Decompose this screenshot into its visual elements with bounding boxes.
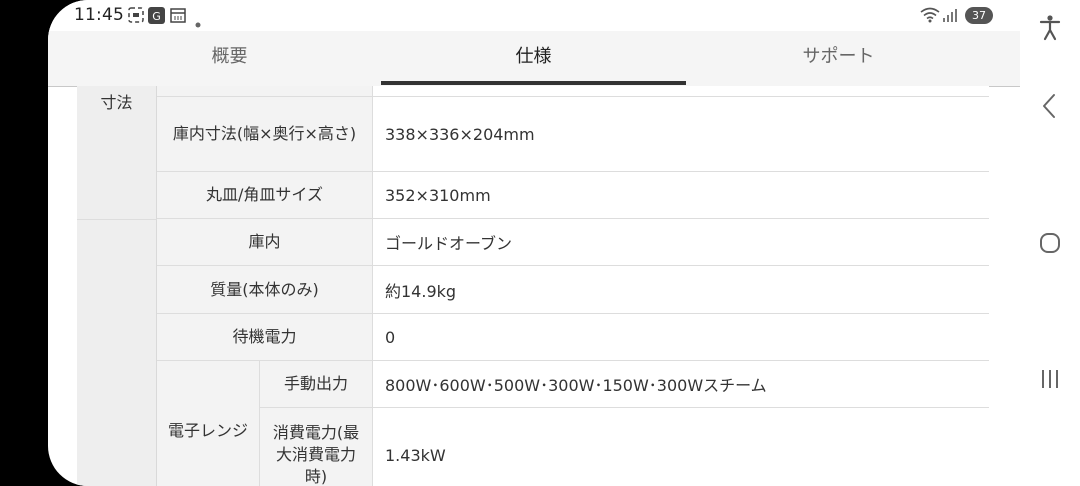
accessibility-icon[interactable] [1035,12,1065,42]
spec-value-weight: 約14.9kg [373,266,989,314]
wifi-icon [920,7,940,27]
spec-label-plate-size: 丸皿/角皿サイズ [157,172,373,219]
status-bar: 11:45 G 37 [48,0,1020,31]
active-tab-indicator [381,81,686,85]
spec-label-weight: 質量(本体のみ) [157,266,373,314]
spec-value-power-consumption: 1.43kW [373,408,989,486]
group-microwave-header: 電子レンジ [157,361,260,486]
system-nav-bar [1020,0,1080,486]
tab-support[interactable]: サポート [686,31,991,86]
app-screen: 11:45 G 37 概要 仕様 サポート 寸法 庫内寸法(幅×奥行×高さ) 3… [48,0,1020,486]
recent-apps-icon[interactable] [1035,364,1065,394]
group-empty-header [77,219,157,486]
spec-label-manual-output: 手動出力 [260,361,373,408]
screenshot-icon [128,7,144,27]
group-dimensions-header: 寸法 [77,86,157,219]
calendar-icon [170,7,186,27]
spec-value-plate-size: 352×310mm [373,172,989,219]
spec-label-standby-power: 待機電力 [157,314,373,361]
spec-value-manual-output: 800W･600W･500W･300W･150W･300Wスチーム [373,361,989,408]
spec-label-power-consumption: 消費電力(最大消費電力時) [260,408,373,486]
battery-indicator: 37 [965,7,993,24]
g-app-icon: G [148,7,165,28]
back-icon[interactable] [1035,91,1065,121]
spec-value-hidden [373,86,989,97]
signal-icon [942,7,958,27]
spec-label-interior: 庫内 [157,219,373,266]
home-icon[interactable] [1035,228,1065,258]
spec-table: 寸法 庫内寸法(幅×奥行×高さ) 338×336×204mm 丸皿/角皿サイズ … [48,86,1020,486]
spec-value-inner-size: 338×336×204mm [373,97,989,172]
more-dot-icon [195,13,201,32]
tab-bar: 概要 仕様 サポート [48,31,1020,87]
status-time: 11:45 [74,5,124,25]
spec-value-standby-power: 0 [373,314,989,361]
svg-text:G: G [152,10,161,23]
spec-value-interior: ゴールドオーブン [373,219,989,266]
spec-label-hidden [157,86,373,97]
tab-specifications[interactable]: 仕様 [381,31,686,86]
spec-label-inner-size: 庫内寸法(幅×奥行×高さ) [157,97,373,172]
tab-overview[interactable]: 概要 [77,31,382,86]
